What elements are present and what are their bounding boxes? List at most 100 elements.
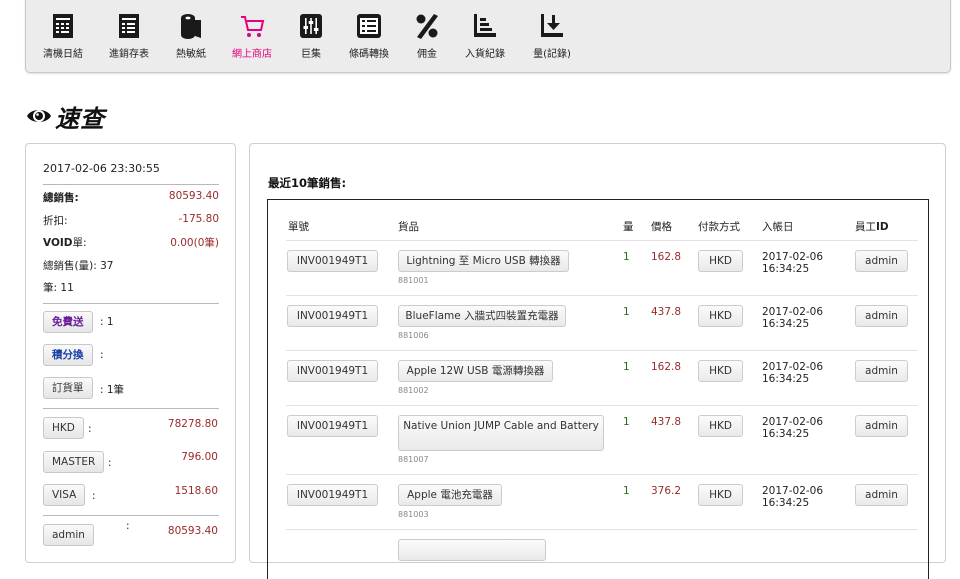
top-toolbar: 清機日結 進銷存表 熱敏紙 網上商店 巨集 條碼轉換 佣金 入貨紀錄 量(記錄): [25, 0, 951, 73]
tool-label: 入貨紀錄: [465, 49, 505, 60]
item-price: 162.8: [651, 361, 682, 373]
payment-master-button[interactable]: MASTER: [43, 451, 105, 473]
staff-separator: :: [126, 520, 130, 532]
tool-quantity-log[interactable]: 量(記錄): [517, 12, 587, 60]
payment-separator: :: [92, 490, 96, 502]
tool-stock-in[interactable]: 入貨紀錄: [450, 12, 520, 60]
item-button[interactable]: Apple 電池充電器: [398, 484, 502, 506]
payment-hkd-button[interactable]: HKD: [43, 417, 84, 439]
summary-quantity: 總銷售(量): 37: [43, 258, 219, 272]
row-divider: [286, 295, 918, 296]
staff-admin-amount: 80593.40: [167, 525, 218, 537]
col-header-item: 貨品: [398, 221, 419, 233]
row-divider: [286, 350, 918, 351]
item-sku: 881002: [398, 386, 429, 395]
payment-method-button[interactable]: HKD: [698, 360, 743, 382]
item-price: 437.8: [651, 306, 682, 318]
points-redeem-button[interactable]: 積分換: [43, 344, 93, 366]
page-title: 速查: [26, 100, 105, 133]
payment-hkd-amount: 78278.80: [167, 418, 218, 430]
free-shipping-button[interactable]: 免費送: [43, 311, 93, 333]
item-qty: 1: [623, 306, 630, 318]
tool-thermal-paper[interactable]: 熱敏紙: [156, 12, 226, 60]
item-qty: 1: [623, 251, 630, 263]
invoice-button[interactable]: INV001949T1: [287, 360, 378, 382]
recent-sales-panel: 最近10筆銷售: 單號 貨品 量 價格 付款方式 入帳日 員工ID INV001…: [249, 143, 946, 579]
payment-separator: :: [108, 457, 112, 469]
stock-in-icon: [474, 14, 496, 37]
col-header-invoice: 單號: [288, 221, 309, 233]
payment-method-button[interactable]: HKD: [698, 484, 743, 506]
shopping-cart-icon: [241, 16, 265, 37]
register-report-icon: [53, 14, 73, 38]
item-qty: 1: [623, 361, 630, 373]
item-button[interactable]: Native Union JUMP Cable and Battery: [398, 415, 604, 451]
item-sku: 881003: [398, 510, 429, 519]
item-button-partial[interactable]: [398, 539, 546, 561]
percent-icon: [416, 14, 438, 39]
total-sales-value: 80593.40: [168, 190, 219, 202]
staff-button[interactable]: admin: [855, 305, 908, 327]
payment-method-button[interactable]: HKD: [698, 250, 743, 272]
invoice-button[interactable]: INV001949T1: [287, 415, 378, 437]
row-divider: [286, 474, 918, 475]
page-title-text: 速查: [55, 104, 105, 133]
invoice-button[interactable]: INV001949T1: [287, 484, 378, 506]
sliders-icon: [300, 14, 322, 38]
paper-roll-icon: [181, 14, 201, 39]
item-sku: 881001: [398, 276, 429, 285]
tool-label: 清機日結: [43, 49, 83, 60]
entry-date: 2017-02-06 16:34:25: [762, 361, 824, 385]
col-header-date: 入帳日: [762, 221, 794, 233]
tool-label: 進銷存表: [109, 49, 149, 60]
summary-total-sales: 總銷售: 80593.40: [43, 190, 219, 204]
count-label: 筆: 11: [43, 282, 74, 294]
payment-separator: :: [88, 423, 92, 435]
staff-button[interactable]: admin: [855, 360, 908, 382]
payment-visa-button[interactable]: VISA: [43, 484, 86, 506]
invoice-button[interactable]: INV001949T1: [287, 250, 378, 272]
recent-sales-title: 最近10筆銷售:: [268, 176, 347, 190]
discount-value: -175.80: [178, 213, 219, 225]
payment-method-button[interactable]: HKD: [698, 415, 743, 437]
tool-inventory[interactable]: 進銷存表: [94, 12, 164, 60]
row-divider: [286, 240, 918, 241]
col-header-price: 價格: [651, 221, 672, 233]
item-price: 437.8: [651, 416, 682, 428]
divider: [43, 184, 219, 185]
item-sku: 881007: [398, 455, 429, 464]
summary-discount: 折扣: -175.80: [43, 213, 219, 227]
discount-label: 折扣:: [43, 215, 68, 227]
item-button[interactable]: BlueFlame 入牆式四裝置充電器: [398, 305, 566, 327]
item-price: 162.8: [651, 251, 682, 263]
row-divider: [286, 405, 918, 406]
sales-summary-panel: 2017-02-06 23:30:55 總銷售: 80593.40 折扣: -1…: [25, 143, 236, 563]
tool-label: 量(記錄): [533, 49, 571, 60]
payment-master-amount: 796.00: [181, 451, 218, 463]
staff-button[interactable]: admin: [855, 250, 908, 272]
invoice-button[interactable]: INV001949T1: [287, 305, 378, 327]
divider: [43, 515, 219, 516]
tool-daily-close[interactable]: 清機日結: [28, 12, 98, 60]
inventory-table-icon: [119, 14, 139, 38]
entry-date: 2017-02-06 16:34:25: [762, 306, 824, 330]
tool-label: 熱敏紙: [176, 49, 206, 60]
points-redeem-value: :: [100, 349, 104, 361]
item-button[interactable]: Lightning 至 Micro USB 轉換器: [398, 250, 569, 272]
order-slip-button[interactable]: 訂貨單: [43, 377, 93, 399]
entry-date: 2017-02-06 16:34:25: [762, 485, 824, 509]
item-button[interactable]: Apple 12W USB 電源轉換器: [398, 360, 553, 382]
void-label: VOID單:: [43, 237, 87, 249]
item-qty: 1: [623, 416, 630, 428]
staff-button[interactable]: admin: [855, 484, 908, 506]
col-header-staff: 員工ID: [855, 221, 889, 233]
entry-date: 2017-02-06 16:34:25: [762, 251, 824, 275]
staff-admin-button[interactable]: admin: [43, 524, 94, 546]
divider: [43, 303, 219, 304]
quantity-label: 總銷售(量): 37: [43, 260, 114, 272]
free-shipping-value: : 1: [100, 316, 114, 328]
summary-void: VOID單: 0.00(0筆): [43, 235, 219, 249]
payment-method-button[interactable]: HKD: [698, 305, 743, 327]
col-header-qty: 量: [623, 221, 634, 233]
staff-button[interactable]: admin: [855, 415, 908, 437]
